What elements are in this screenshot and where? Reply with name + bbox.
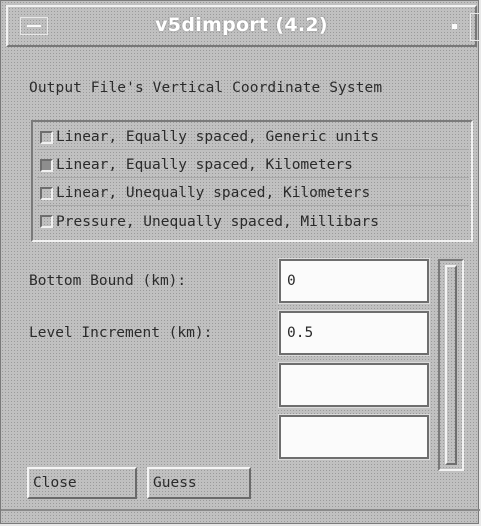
maximize-icon[interactable]: [470, 13, 481, 41]
radio-option-pressure-unequal-mb[interactable]: Pressure, Unequally spaced, Millibars: [37, 209, 469, 234]
radio-indicator[interactable]: [40, 186, 53, 200]
scrollbar[interactable]: [438, 259, 464, 471]
radio-indicator[interactable]: [40, 130, 53, 144]
radio-indicator[interactable]: [40, 215, 53, 228]
window-bottom-edge: [1, 509, 480, 511]
v5dimport-window: v5dimport (4.2) Output File's Vertical C…: [0, 0, 481, 524]
guess-button[interactable]: Guess: [147, 467, 251, 499]
radio-option-linear-equal-km[interactable]: Linear, Equally spaced, Kilometers: [37, 153, 469, 178]
minimize-icon[interactable]: [442, 17, 468, 35]
vertical-coordinate-heading: Output File's Vertical Coordinate System: [29, 80, 383, 96]
scrollbar-thumb[interactable]: [445, 265, 457, 465]
radio-option-linear-equal-generic[interactable]: Linear, Equally spaced, Generic units: [37, 125, 469, 150]
radio-option-label: Linear, Equally spaced, Kilometers: [56, 157, 353, 173]
extra-field-1[interactable]: [278, 362, 430, 408]
window-title: v5dimport (4.2): [155, 14, 328, 36]
radio-option-label: Linear, Unequally spaced, Kilometers: [56, 185, 371, 201]
close-button[interactable]: Close: [27, 467, 137, 499]
extra-field-2[interactable]: [278, 414, 430, 460]
bottom-bound-input[interactable]: [278, 258, 430, 304]
level-increment-label: Level Increment (km):: [29, 325, 213, 341]
vertical-coordinate-radio-group: Linear, Equally spaced, Generic units Li…: [31, 120, 473, 242]
radio-option-label: Linear, Equally spaced, Generic units: [56, 129, 380, 145]
radio-indicator[interactable]: [40, 158, 53, 172]
radio-option-label: Pressure, Unequally spaced, Millibars: [56, 213, 380, 230]
level-increment-input[interactable]: [278, 310, 430, 356]
title-bar[interactable]: v5dimport (4.2): [6, 5, 481, 47]
bottom-bound-label: Bottom Bound (km):: [29, 273, 187, 289]
radio-option-linear-unequal-km[interactable]: Linear, Unequally spaced, Kilometers: [37, 181, 469, 206]
